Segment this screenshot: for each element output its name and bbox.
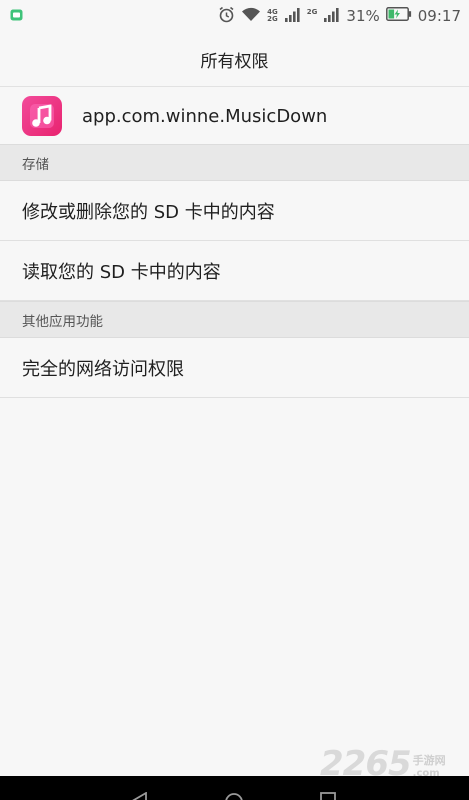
network-type-2: 2G: [307, 9, 318, 23]
page-title: 所有权限: [200, 51, 269, 72]
permission-label: 读取您的 SD 卡中的内容: [22, 261, 221, 283]
permission-label: 完全的网络访问权限: [22, 358, 184, 380]
music-note-icon: [22, 96, 62, 136]
notification-app-icon: [10, 7, 23, 25]
section-header-other: 其他应用功能: [0, 301, 469, 338]
wifi-icon: [241, 6, 261, 26]
network-label-2g: 2G: [267, 15, 278, 23]
section-title: 存储: [22, 156, 49, 173]
section-header-storage: 存储: [0, 144, 469, 181]
watermark-site-cn: 手游网: [412, 754, 446, 767]
clock-time: 09:17: [417, 7, 461, 25]
signal-icon-2: [324, 7, 340, 26]
permission-item-read-sd[interactable]: 读取您的 SD 卡中的内容: [0, 241, 469, 301]
signal-icon: [284, 7, 301, 26]
permission-item-network[interactable]: 完全的网络访问权限: [0, 338, 469, 398]
app-info-row: app.com.winne.MusicDown: [0, 86, 469, 145]
section-title: 其他应用功能: [22, 313, 103, 330]
status-bar: 4G 2G 2G 31% 09:17: [0, 0, 469, 32]
battery-icon: [385, 7, 412, 25]
network-type: 4G 2G: [267, 9, 278, 23]
permission-item-modify-sd[interactable]: 修改或删除您的 SD 卡中的内容: [0, 181, 469, 241]
permission-label: 修改或删除您的 SD 卡中的内容: [22, 201, 275, 223]
recents-icon[interactable]: [320, 792, 336, 800]
navigation-bar: [0, 776, 469, 800]
back-icon[interactable]: [132, 791, 148, 800]
app-package-name: app.com.winne.MusicDown: [82, 105, 328, 127]
home-icon[interactable]: [224, 792, 244, 800]
alarm-icon: [218, 6, 235, 27]
battery-percent: 31%: [346, 7, 380, 25]
page-title-bar: 所有权限: [0, 32, 469, 86]
